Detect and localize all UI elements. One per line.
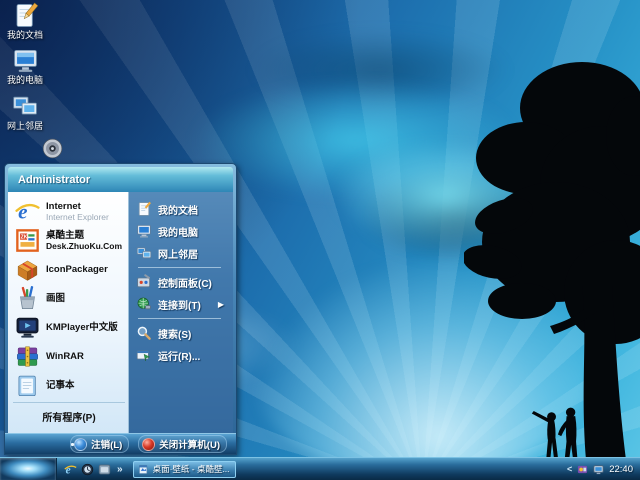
disc-icon[interactable] [41,137,64,160]
desktop-icon-network-places[interactable]: 网上邻居 [2,93,48,131]
my-computer-small-icon [136,223,152,239]
kmplayer-icon [15,315,40,340]
tray-collapse-icon[interactable]: < [567,464,572,474]
item-title: 画图 [46,293,65,304]
item-subtitle: Internet Explorer [46,212,109,223]
zhuoku-theme-icon: ZK [15,228,40,253]
desktop-icon-label: 我的电脑 [2,75,48,85]
svg-text:ZK: ZK [21,235,28,241]
internet-explorer-icon: e [15,199,40,224]
connect-to-icon [136,296,152,312]
item-title: IconPackager [46,264,108,275]
item-label: 运行(R)... [158,348,200,363]
system-tray: < 22:40 [567,464,640,475]
start-menu-item-winrar[interactable]: WinRAR [13,342,125,371]
task-button-wallpaper-window[interactable]: 桌面·壁纸 - 桌酷壁... [133,461,236,478]
start-button[interactable] [0,458,57,480]
logoff-orb-icon [74,438,87,451]
item-label: 我的文档 [158,202,198,217]
svg-text:e: e [18,200,27,224]
username: Administrator [18,174,90,186]
paint-icon [15,286,40,311]
control-panel-icon [136,274,152,290]
start-menu-item-my-computer[interactable]: 我的电脑 [134,220,229,242]
item-label: 控制面板(C) [158,275,212,290]
task-button-label: 桌面·壁纸 - 桌酷壁... [153,463,230,475]
menu-divider [138,267,221,268]
taskbar-clock[interactable]: 22:40 [609,464,633,475]
item-label: 网上邻居 [158,246,198,261]
all-programs-button[interactable]: 所有程序(P) [13,402,125,429]
item-title: 记事本 [46,380,75,391]
start-menu-item-connect-to[interactable]: 连接到(T) ▶ [134,293,229,315]
desktop-icon-label: 网上邻居 [2,121,48,131]
network-places-icon [12,93,39,120]
start-menu-item-search[interactable]: 搜索(S) [134,322,229,344]
menu-divider [138,318,221,319]
shutdown-button[interactable]: 关闭计算机(U) [138,435,227,453]
start-menu: Administrator e Internet Internet Explor… [4,163,237,455]
notepad-icon [15,373,40,398]
start-menu-right-column: 我的文档 我的电脑 [129,192,233,433]
start-menu-item-my-documents[interactable]: 我的文档 [134,198,229,220]
run-icon [136,347,152,363]
start-menu-item-control-panel[interactable]: 控制面板(C) [134,271,229,293]
footer-dot [71,443,74,446]
quick-launch-bar: e » [57,463,130,476]
start-menu-header: Administrator [8,167,233,192]
window-task-icon [138,464,149,475]
tray-app-icon[interactable] [577,464,588,475]
start-menu-item-internet[interactable]: e Internet Internet Explorer [13,197,125,226]
start-menu-item-network-places[interactable]: 网上邻居 [134,242,229,264]
quicklaunch-overflow-icon[interactable]: » [115,464,125,475]
item-subtitle: Desk.ZhuoKu.Com [46,241,122,252]
start-menu-item-kmplayer[interactable]: KMPlayer中文版 [13,313,125,342]
item-title: KMPlayer中文版 [46,322,118,333]
desktop-screen: 我的文档 我的电脑 网上邻居 Administrator [0,0,640,480]
logoff-label: 注销(L) [91,437,122,451]
logoff-button[interactable]: 注销(L) [70,435,129,453]
folder-quicklaunch-icon[interactable] [98,463,111,476]
item-label: 连接到(T) [158,297,201,312]
start-menu-footer: 注销(L) 关闭计算机(U) [5,433,236,454]
item-label: 搜索(S) [158,326,191,341]
tree-silhouette [464,46,640,460]
media-player-quicklaunch-icon[interactable] [81,463,94,476]
search-icon [136,325,152,341]
start-menu-left-column: e Internet Internet Explorer ZK [8,192,129,433]
item-label: 我的电脑 [158,224,198,239]
start-menu-item-notepad[interactable]: 记事本 [13,371,125,400]
submenu-arrow-icon: ▶ [218,300,227,309]
my-documents-small-icon [136,201,152,217]
internet-explorer-quicklaunch-icon[interactable]: e [64,463,77,476]
winrar-icon [15,344,40,369]
network-places-small-icon [136,245,152,261]
desktop-icon-label: 我的文档 [2,30,48,40]
iconpackager-icon [15,257,40,282]
shutdown-orb-icon [142,438,155,451]
taskbar: e » 桌面·壁纸 - 桌酷壁... [0,457,640,480]
my-documents-icon [12,2,39,29]
start-menu-item-iconpackager[interactable]: IconPackager [13,255,125,284]
item-title: 桌酷主题 [46,230,122,241]
start-menu-item-paint[interactable]: 画图 [13,284,125,313]
tray-display-icon[interactable] [593,464,604,475]
desktop-icon-my-computer[interactable]: 我的电脑 [2,47,48,85]
my-computer-icon [12,47,39,74]
shutdown-label: 关闭计算机(U) [159,437,220,451]
item-title: WinRAR [46,351,84,362]
desktop-icon-my-documents[interactable]: 我的文档 [2,2,48,40]
start-menu-item-zhuoku-theme[interactable]: ZK 桌酷主题 Desk.ZhuoKu.Com [13,226,125,255]
item-title: Internet [46,201,109,212]
start-menu-item-run[interactable]: 运行(R)... [134,344,229,366]
